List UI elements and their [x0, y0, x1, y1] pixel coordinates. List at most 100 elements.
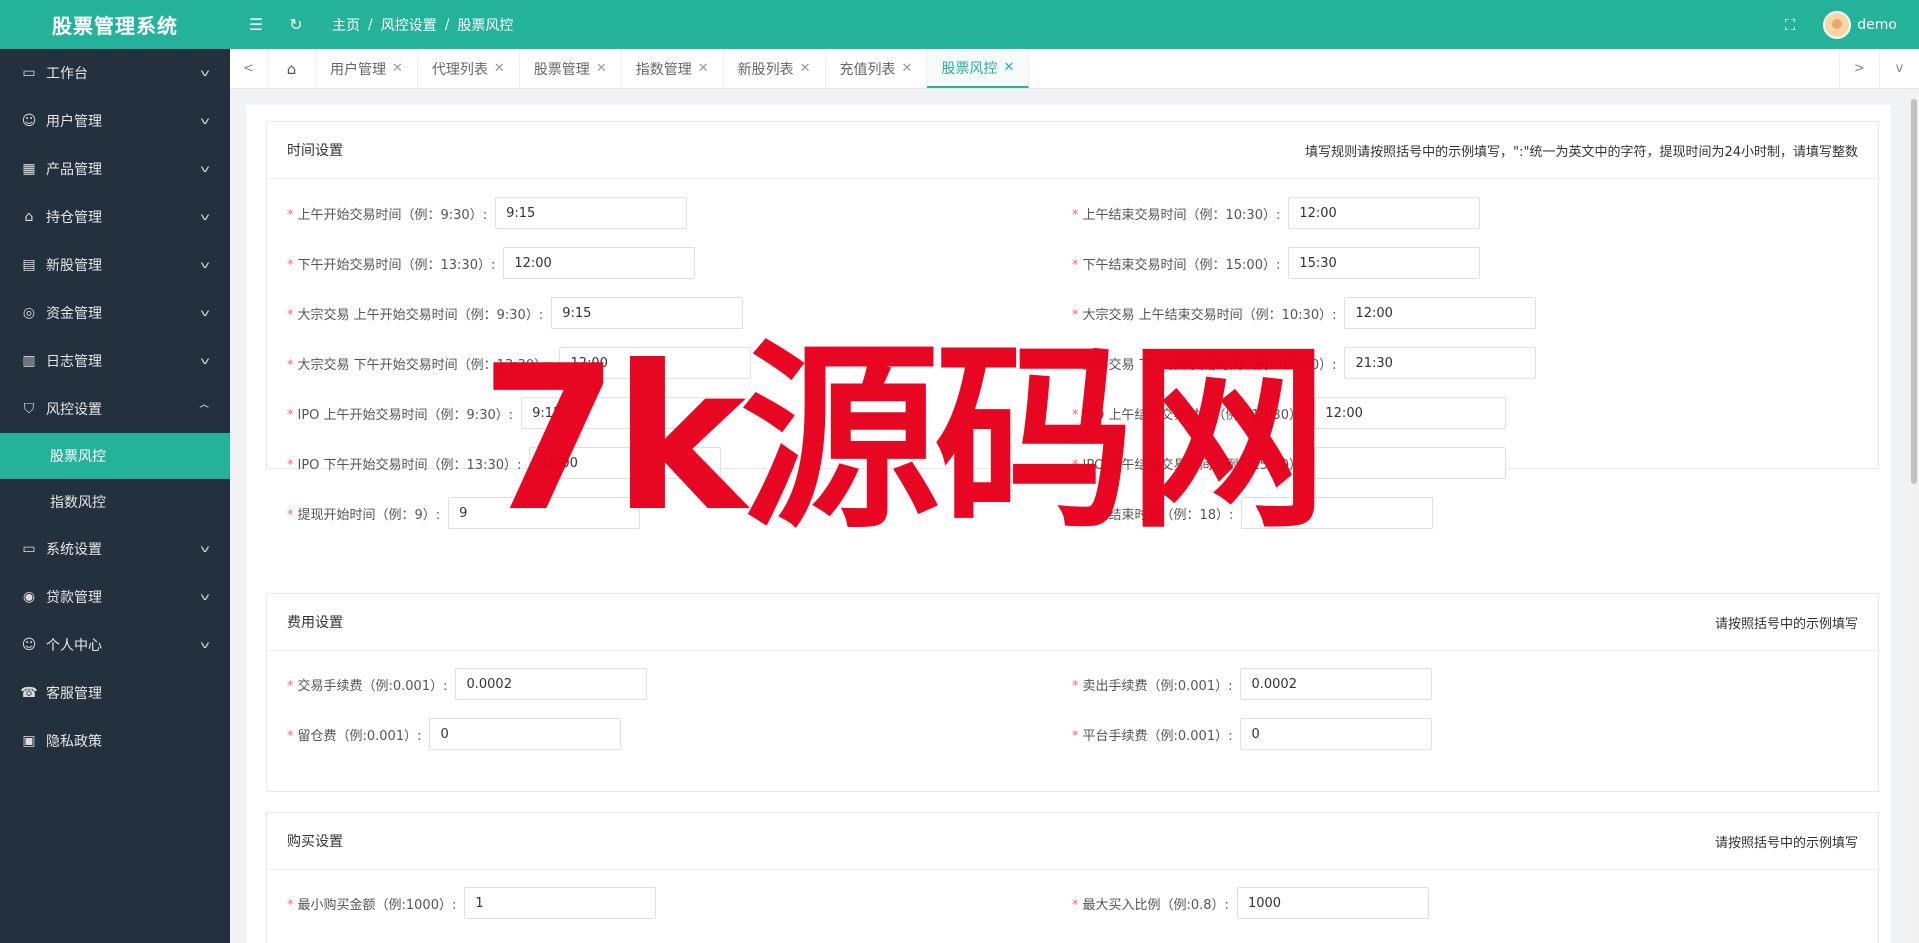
tab-recharge[interactable]: 充值列表 ✕: [826, 49, 928, 88]
chevron-down-icon: v: [200, 307, 210, 319]
breadcrumb-current: 股票风控: [457, 17, 514, 34]
coins-icon: ◎: [22, 305, 36, 321]
field-label: * 大宗交易 上午结束交易时间（例：10:30）:: [1072, 307, 1337, 323]
card-title: 购买设置: [287, 834, 343, 850]
sidebar-item-profile[interactable]: ☺ 个人中心 v: [0, 621, 230, 669]
sidebar-item-loans[interactable]: ◉ 贷款管理 v: [0, 573, 230, 621]
breadcrumb-home[interactable]: 主页: [332, 15, 360, 35]
chevron-down-icon: v: [200, 163, 210, 175]
sidebar-item-privacy[interactable]: ▣ 隐私政策: [0, 717, 230, 765]
tabs-scroll-left-icon[interactable]: <: [230, 49, 268, 88]
close-icon[interactable]: ✕: [698, 61, 709, 76]
sidebar-item-users[interactable]: ☺ 用户管理 v: [0, 97, 230, 145]
am-end-input[interactable]: [1288, 197, 1481, 229]
tab-ipo-list[interactable]: 新股列表 ✕: [724, 49, 826, 88]
block-pm-end-input[interactable]: [1344, 347, 1537, 379]
sidebar-item-service[interactable]: ☎ 客服管理: [0, 669, 230, 717]
chevron-down-icon: v: [200, 211, 210, 223]
sidebar-item-funds[interactable]: ◎ 资金管理 v: [0, 289, 230, 337]
tab-indexes[interactable]: 指数管理 ✕: [622, 49, 724, 88]
close-icon[interactable]: ✕: [596, 61, 607, 76]
tab-label: 代理列表: [431, 61, 488, 78]
tab-label: 股票风控: [941, 60, 998, 77]
field-label: * 最大买入比例（例:0.8）:: [1072, 897, 1229, 913]
collapse-menu-icon[interactable]: ☰: [242, 11, 270, 39]
sidebar-item-label: 客服管理: [46, 686, 102, 702]
tab-agents[interactable]: 代理列表 ✕: [418, 49, 520, 88]
breadcrumb-separator: /: [444, 16, 450, 33]
chevron-down-icon: v: [200, 639, 210, 651]
am-start-input[interactable]: [495, 197, 688, 229]
sidebar-item-label: 贷款管理: [46, 590, 102, 606]
refresh-icon[interactable]: ↻: [282, 11, 310, 39]
tabs-scroll-right-icon[interactable]: >: [1839, 49, 1879, 88]
ipo-pm-end-input[interactable]: [1314, 447, 1507, 479]
form-row: * 交易手续费（例:0.001）:: [287, 668, 648, 700]
form-row: * 卖出手续费（例:0.001）:: [1072, 668, 1433, 700]
pm-start-input[interactable]: [503, 247, 696, 279]
top-header: 股票管理系统 ☰ ↻ 主页 / 风控设置 / 股票风控 ⛶ demo: [0, 0, 1919, 49]
form-row: * 下午开始交易时间（例：13:30）:: [287, 247, 696, 279]
trade-fee-input[interactable]: [455, 668, 648, 700]
sidebar-item-label: 用户管理: [46, 114, 102, 130]
field-label: * 交易手续费（例:0.001）:: [287, 678, 448, 694]
sidebar-item-system[interactable]: ▭ 系统设置 v: [0, 525, 230, 573]
field-label: * 卖出手续费（例:0.001）:: [1072, 678, 1233, 694]
log-icon: ▥: [22, 353, 36, 369]
close-icon[interactable]: ✕: [494, 61, 505, 76]
tab-stocks[interactable]: 股票管理 ✕: [520, 49, 622, 88]
platform-fee-input[interactable]: [1240, 718, 1433, 750]
user-menu[interactable]: demo: [1823, 10, 1897, 39]
form-row: * 平台手续费（例:0.001）:: [1072, 718, 1433, 750]
home-tab-icon[interactable]: ⌂: [268, 49, 316, 88]
field-label: * 最小购买金额（例:1000）:: [287, 897, 457, 913]
close-icon[interactable]: ✕: [1003, 60, 1014, 75]
service-icon: ☎: [20, 685, 38, 701]
tab-label: 用户管理: [330, 61, 386, 78]
breadcrumb-separator: /: [368, 16, 373, 33]
sidebar-item-logs[interactable]: ▥ 日志管理 v: [0, 337, 230, 385]
sidebar-subitem-stock-risk[interactable]: 股票风控: [0, 433, 230, 479]
tab-stock-risk[interactable]: 股票风控 ✕: [927, 49, 1030, 88]
user-name: demo: [1857, 16, 1897, 33]
close-icon[interactable]: ✕: [800, 61, 811, 76]
sidebar-item-label: 新股管理: [46, 258, 102, 274]
sidebar-item-dashboard[interactable]: ▭ 工作台 v: [0, 49, 230, 97]
overnight-fee-input[interactable]: [429, 718, 622, 750]
card-title: 时间设置: [287, 143, 343, 159]
sidebar-item-label: 系统设置: [46, 542, 102, 558]
min-buy-amount-input[interactable]: [464, 887, 657, 919]
block-am-end-input[interactable]: [1344, 297, 1537, 329]
person-icon: ☺: [21, 637, 37, 653]
breadcrumb-risk[interactable]: 风控设置: [381, 15, 437, 35]
loan-icon: ◉: [22, 589, 36, 605]
chevron-down-icon: v: [200, 355, 210, 367]
scrollbar-thumb[interactable]: [1911, 99, 1917, 484]
form-row: * 下午结束交易时间（例：15:00）:: [1072, 247, 1481, 279]
sidebar-item-ipo[interactable]: ▤ 新股管理 v: [0, 241, 230, 289]
max-buy-ratio-input[interactable]: [1236, 887, 1429, 919]
tabs-dropdown-icon[interactable]: v: [1879, 49, 1919, 88]
tab-users[interactable]: 用户管理 ✕: [316, 49, 418, 88]
pm-end-input[interactable]: [1288, 247, 1481, 279]
field-label: * 留仓费（例:0.001）:: [287, 728, 422, 744]
close-icon[interactable]: ✕: [392, 61, 403, 76]
sidebar-item-positions[interactable]: ⌂ 持仓管理 v: [0, 193, 230, 241]
user-icon: ☺: [21, 113, 37, 129]
field-label: * 提现开始时间（例：9）:: [287, 507, 441, 523]
sidebar-item-label: 持仓管理: [46, 210, 102, 226]
breadcrumb: 主页 / 风控设置 / 股票风控: [332, 15, 513, 35]
fee-settings-card: 费用设置 请按照括号中的示例填写 *交易手续费（例:0.001）: *卖出手续费…: [266, 593, 1879, 792]
sell-fee-input[interactable]: [1240, 668, 1433, 700]
sidebar-subitem-index-risk[interactable]: 指数风控: [0, 479, 230, 525]
ipo-am-end-input[interactable]: [1314, 397, 1507, 429]
fullscreen-icon[interactable]: ⛶: [1785, 16, 1796, 34]
chevron-down-icon: v: [200, 543, 210, 555]
avatar: [1823, 10, 1852, 39]
sidebar-item-risk[interactable]: ⛉ 风控设置 ^: [0, 385, 230, 433]
card-note: 请按照括号中的示例填写: [1714, 835, 1858, 851]
buy-settings-card: 购买设置 请按照括号中的示例填写 *最小购买金额（例:1000）: *最大买入比…: [266, 812, 1879, 943]
close-icon[interactable]: ✕: [902, 61, 913, 76]
page-scrollbar[interactable]: [1909, 89, 1919, 943]
sidebar-item-products[interactable]: ▦ 产品管理 v: [0, 145, 230, 193]
